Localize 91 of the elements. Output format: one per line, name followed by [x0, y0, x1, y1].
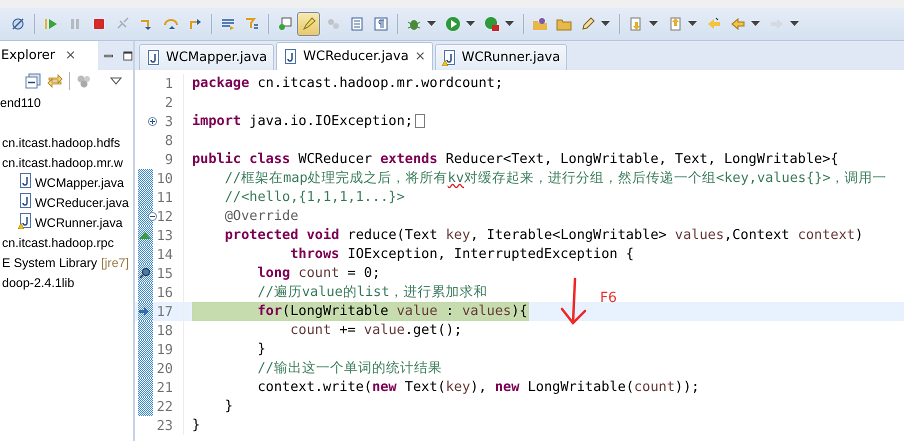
library-version: [jre7]: [101, 256, 129, 270]
line-number: 3: [164, 114, 173, 130]
java-file-icon: [18, 193, 32, 209]
line-number: 17: [156, 304, 173, 320]
line-number: 2: [164, 94, 173, 110]
console-icon[interactable]: [276, 16, 292, 32]
java-file-icon: [283, 48, 298, 64]
code-line: }: [256, 340, 267, 359]
highlighter-icon[interactable]: [300, 16, 316, 32]
line-number: 21: [156, 380, 173, 396]
maximize-icon[interactable]: [123, 50, 134, 62]
list-icon[interactable]: [348, 16, 364, 32]
dropdown-caret-icon[interactable]: [505, 21, 514, 27]
line-number: 20: [156, 360, 173, 376]
pilcrow-icon[interactable]: [372, 16, 388, 32]
dropdown-caret-icon[interactable]: [466, 21, 475, 27]
run-tool-icon[interactable]: [484, 16, 500, 32]
line-number: 10: [156, 170, 173, 186]
code-line: context.write(new Text(key), new LongWritable(count));: [256, 378, 700, 397]
collapse-all-icon[interactable]: [25, 73, 41, 89]
line-number: 18: [156, 322, 173, 338]
line-number: 19: [156, 342, 173, 358]
line-number: 13: [156, 228, 173, 244]
java-file-warning-icon: [442, 50, 456, 66]
line-number: 16: [156, 284, 173, 300]
code-line: long count = 0;: [256, 264, 382, 283]
code-line: import java.io.IOException;: [192, 112, 426, 131]
view-tab[interactable]: Explorer ×: [0, 41, 98, 70]
override-triangle-icon: [139, 232, 151, 239]
code-line: }: [192, 416, 202, 435]
dropdown-caret-icon[interactable]: [649, 21, 658, 27]
tree-item[interactable]: cn.itcast.hadoop.rpc: [2, 236, 114, 250]
pen-icon[interactable]: [580, 16, 596, 32]
link-arrows-icon[interactable]: [47, 73, 63, 89]
folded-code-marker[interactable]: [414, 114, 425, 128]
arrow-icon: [139, 307, 149, 316]
code-line: public class WCReducer extends Reducer<Text, LongWritable, Text, LongWritable>{: [192, 150, 840, 169]
arrow-drawing: [558, 277, 588, 327]
code-line: count += value.get();: [289, 321, 464, 340]
line-number: 15: [156, 266, 173, 282]
package-folder-icon[interactable]: [532, 16, 548, 32]
tree-item[interactable]: end110: [0, 96, 41, 110]
java-file-icon: [146, 50, 160, 66]
tree-item[interactable]: cn.itcast.hadoop.hdfs: [2, 136, 120, 150]
view-title: Explorer: [1, 48, 56, 63]
tree-item[interactable]: cn.itcast.hadoop.mr.w: [2, 156, 123, 170]
resume-icon[interactable]: [42, 16, 58, 32]
tree-item[interactable]: WCMapper.java: [35, 176, 124, 190]
dropdown-caret-icon[interactable]: [427, 21, 436, 27]
java-file-icon: [18, 173, 32, 189]
run-icon[interactable]: [444, 16, 460, 32]
code-line: }: [224, 397, 234, 416]
step-over-icon[interactable]: [162, 16, 178, 32]
code-line: //<hello,{1,1,1,1...}>: [224, 188, 406, 207]
editor-tab[interactable]: WCRunner.java: [434, 44, 568, 70]
tree-item[interactable]: doop-2.4.1lib: [2, 276, 74, 290]
line-number: 1: [164, 76, 173, 92]
editor-tab[interactable]: WCMapper.java: [139, 44, 274, 70]
editor-tab[interactable]: WCReducer.java ×: [276, 42, 433, 70]
close-button[interactable]: ×: [414, 49, 426, 64]
back-icon[interactable]: [730, 16, 746, 32]
collapse-icon[interactable]: [148, 212, 157, 221]
line-number: 11: [156, 190, 173, 206]
annotation-label: F6: [600, 290, 617, 306]
line-number: 8: [164, 132, 173, 148]
close-button[interactable]: ×: [65, 48, 76, 63]
code-line: package cn.itcast.hadoop.mr.wordcount;: [192, 74, 504, 93]
magnifier-icon: [139, 267, 151, 279]
line-number: 12: [156, 208, 173, 224]
dropdown-caret-icon[interactable]: [601, 21, 610, 27]
expand-icon[interactable]: [148, 117, 157, 126]
code-line: @Override: [224, 207, 300, 226]
skip-breakpoints-icon[interactable]: [10, 16, 26, 32]
line-number: 23: [156, 418, 173, 434]
tree-item[interactable]: WCRunner.java: [35, 216, 123, 230]
java-file-warning-icon: [18, 213, 32, 229]
next-annotation-icon[interactable]: [628, 16, 644, 32]
line-number: 22: [156, 398, 173, 414]
code-line: //框架在map处理完成之后，将所有kv对缓存起来，进行分组，然后传递一个组<key,values{}>，调用一: [224, 169, 888, 188]
code-line: //输出这一个单词的统计结果: [256, 359, 443, 378]
line-number: 14: [156, 246, 173, 262]
tree-item[interactable]: E System Library: [2, 256, 98, 270]
step-filter-icon[interactable]: [244, 16, 260, 32]
code-line: //遍历value的list，进行累加求和: [256, 283, 488, 302]
view-menu-icon[interactable]: [110, 77, 122, 85]
code-line: protected void reduce(Text key, Iterable<LongWritable> values,Context context): [224, 226, 864, 245]
dropdown-caret-icon[interactable]: [688, 21, 697, 27]
dropdown-caret-icon[interactable]: [751, 21, 760, 27]
line-number: 9: [164, 152, 173, 168]
code-line: throws IOException, InterruptedException {: [289, 245, 635, 264]
tree-item[interactable]: WCReducer.java: [35, 196, 129, 210]
